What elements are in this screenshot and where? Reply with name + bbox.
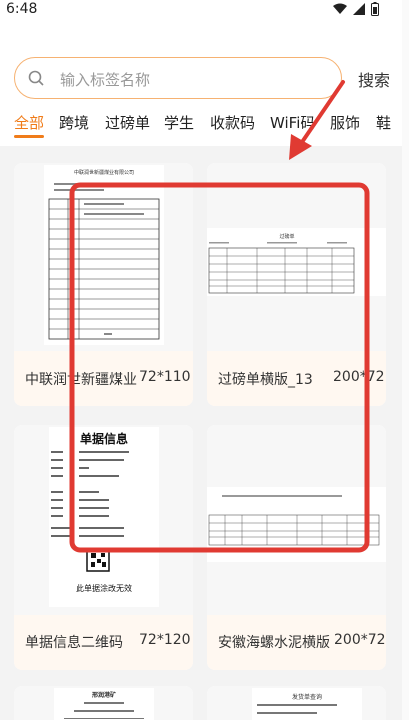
- annotation-highlight-box: [69, 182, 370, 553]
- annotation-overlay: [69, 80, 370, 553]
- annotation-arrow-icon: [289, 80, 345, 160]
